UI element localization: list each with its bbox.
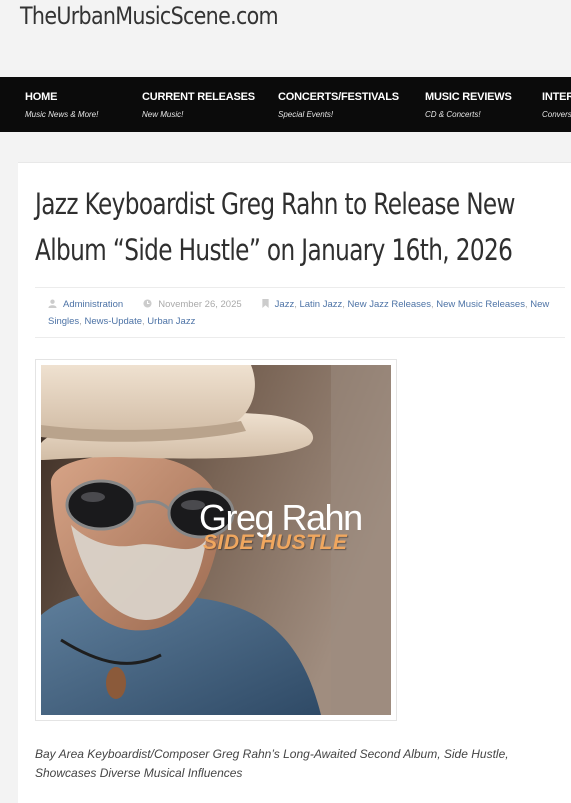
category-link-new-jazz-releases[interactable]: New Jazz Releases [348,299,431,310]
site-title[interactable]: TheUrbanMusicScene.com [20,2,279,30]
category-link-jazz[interactable]: Jazz [275,299,295,310]
nav-item-label: HOME [25,91,58,103]
nav-item-subtitle: CD & Concerts! [425,110,481,119]
nav-item-label: CONCERTS/FESTIVALS [278,91,399,103]
user-icon [48,298,57,314]
nav-item-subtitle: New Music! [142,110,184,119]
site-header: TheUrbanMusicScene.com [0,0,571,77]
clock-icon [143,298,152,314]
bookmark-icon [262,298,269,314]
meta-divider-top [35,287,565,288]
post-meta: Administration November 26, 2025 Jazz, L… [48,297,558,330]
cover-album-title: SIDE HUSTLE [203,531,348,554]
post-date: November 26, 2025 [158,299,242,310]
nav-item-subtitle: Convers [542,110,571,119]
nav-item-label: CURRENT RELEASES [142,91,255,103]
nav-item-label: MUSIC REVIEWS [425,91,512,103]
author-link[interactable]: Administration [63,299,123,310]
meta-divider-bottom [35,337,565,338]
category-link-latin-jazz[interactable]: Latin Jazz [299,299,342,310]
category-link-urban-jazz[interactable]: Urban Jazz [147,316,195,327]
category-link-news-update[interactable]: News-Update [84,316,142,327]
main-navigation: HOME Music News & More! CURRENT RELEASES… [0,77,571,132]
nav-item-subtitle: Special Events! [278,110,334,119]
nav-item-subtitle: Music News & More! [25,110,99,119]
category-link-new-music-releases[interactable]: New Music Releases [436,299,525,310]
post-article: Jazz Keyboardist Greg Rahn to Release Ne… [18,162,571,803]
album-cover-figure[interactable]: Greg Rahn SIDE HUSTLE [35,359,397,721]
nav-item-label: INTER [542,91,571,103]
post-excerpt: Bay Area Keyboardist/Composer Greg Rahn’… [35,747,509,780]
album-cover-image: Greg Rahn SIDE HUSTLE [41,365,391,715]
post-title: Jazz Keyboardist Greg Rahn to Release Ne… [35,187,516,267]
